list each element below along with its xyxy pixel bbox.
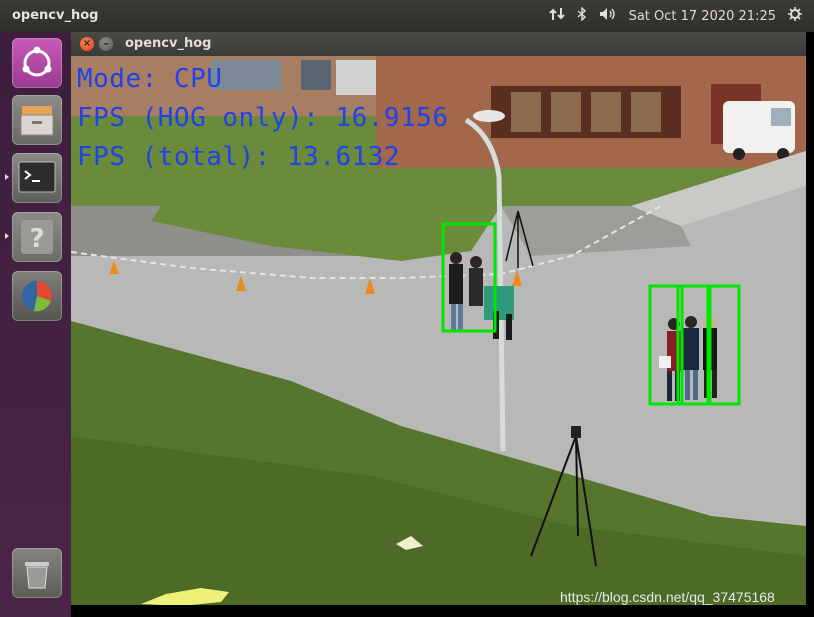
close-button[interactable]: × [80, 37, 94, 51]
fps-hog-label: FPS (HOG only): 16.9156 [77, 103, 449, 133]
watermark-url: https://blog.csdn.net/qq_37475168 [560, 589, 775, 605]
system-tray: Sat Oct 17 2020 21:25 [548, 6, 802, 25]
unity-launcher: ? [0, 32, 71, 617]
mode-label: Mode: CPU [77, 64, 223, 94]
window-title: opencv_hog [125, 36, 212, 51]
svg-text:?: ? [29, 224, 44, 254]
hog-stats-overlay: Mode: CPU FPS (HOG only): 16.9156 FPS (t… [77, 60, 449, 177]
network-icon[interactable] [548, 7, 565, 25]
unknown-app-icon[interactable]: ? [12, 212, 62, 262]
fps-total-label: FPS (total): 13.6132 [77, 142, 401, 172]
ubuntu-dash-icon[interactable] [12, 38, 62, 88]
bluetooth-icon[interactable] [577, 6, 587, 25]
opencv-window: × – opencv_hog Mode: CPU FPS (HOG only):… [71, 32, 806, 605]
datetime-clock[interactable]: Sat Oct 17 2020 21:25 [629, 9, 776, 24]
system-monitor-icon[interactable] [12, 271, 62, 321]
volume-icon[interactable] [599, 7, 617, 25]
running-indicator [5, 233, 9, 239]
power-gear-icon[interactable] [788, 7, 802, 25]
terminal-icon[interactable] [12, 153, 62, 203]
trash-icon[interactable] [12, 548, 62, 598]
video-frame: Mode: CPU FPS (HOG only): 16.9156 FPS (t… [71, 56, 806, 605]
top-panel: opencv_hog Sat Oct 17 2020 21:25 [0, 0, 814, 32]
active-app-title: opencv_hog [12, 8, 99, 23]
window-titlebar[interactable]: × – opencv_hog [71, 32, 806, 56]
minimize-button[interactable]: – [99, 37, 113, 51]
running-indicator [5, 174, 9, 180]
file-manager-icon[interactable] [12, 95, 62, 145]
